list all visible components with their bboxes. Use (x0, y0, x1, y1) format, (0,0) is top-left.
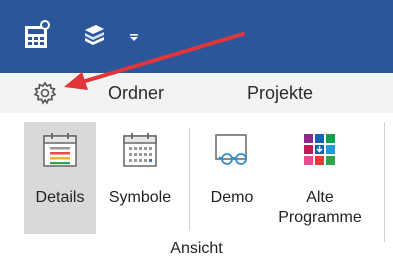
tab-projekte[interactable]: Projekte (247, 78, 313, 108)
quick-access-dropdown-icon[interactable] (128, 31, 140, 43)
demo-button[interactable]: Demo (196, 122, 268, 234)
symbole-label: Symbole (108, 189, 172, 206)
calendar-grid-icon (123, 133, 157, 167)
glasses-screen-icon (215, 134, 247, 165)
details-button[interactable]: Details (24, 122, 96, 234)
group-label-ansicht: Ansicht (170, 240, 223, 257)
alte-label-line2: Programme (278, 209, 362, 226)
details-label: Details (35, 189, 85, 206)
alte-programme-button[interactable]: Alte Programme (268, 122, 372, 234)
tab-ordner[interactable]: Ordner (108, 78, 164, 108)
book-stack-icon[interactable] (82, 22, 106, 48)
calendar-details-icon (43, 133, 77, 167)
colored-grid-icon (304, 134, 335, 165)
calculator-icon[interactable] (24, 20, 50, 50)
demo-label: Demo (210, 189, 254, 206)
title-bar (0, 0, 393, 73)
alte-programme-label: Alte Programme (268, 188, 372, 228)
group-separator (189, 128, 190, 230)
alte-label-line1: Alte (306, 189, 334, 206)
gear-icon[interactable] (30, 78, 60, 108)
right-separator (384, 122, 385, 242)
symbole-button[interactable]: Symbole (96, 122, 184, 234)
